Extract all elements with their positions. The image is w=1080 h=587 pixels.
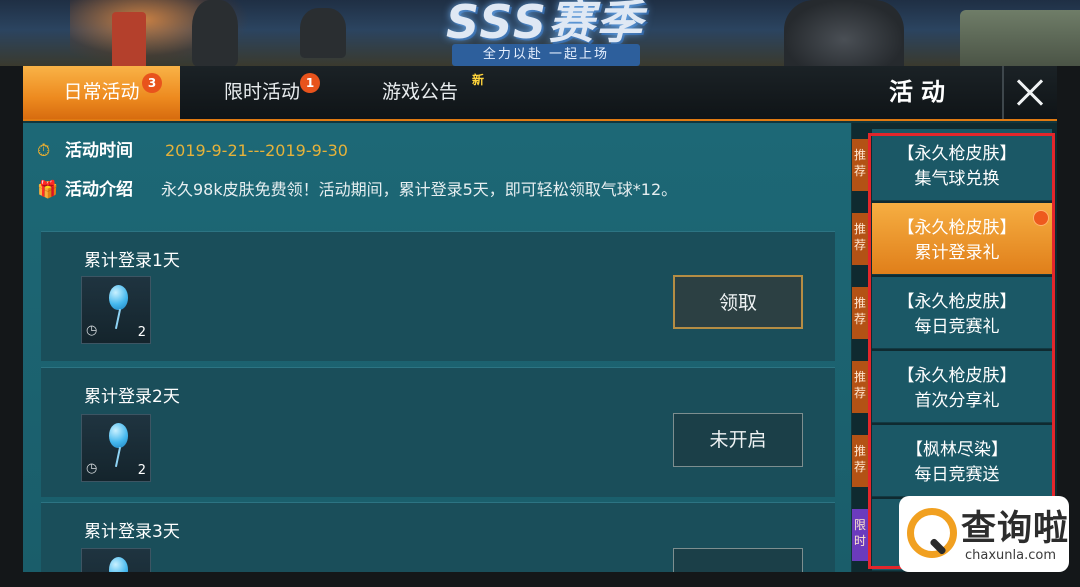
recommend-tag: 推荐 bbox=[852, 361, 868, 413]
sidebar-item-text: 【枫林尽染】 每日竞赛送 bbox=[872, 425, 1052, 497]
balloon-icon[interactable]: ◷ 2 bbox=[81, 414, 151, 482]
sidebar-item-title: 【永久枪皮肤】 bbox=[897, 218, 1017, 238]
sidebar-item-balloon-exchange[interactable]: 推荐 【永久枪皮肤】 集气球兑换 bbox=[852, 129, 1057, 201]
reward-title: 累计登录1天 bbox=[84, 251, 180, 271]
armored-soldier-image bbox=[784, 0, 904, 66]
item-count: 2 bbox=[137, 325, 146, 340]
sidebar-item-title: 【枫林尽染】 bbox=[906, 440, 1008, 460]
tab-label: 日常活动 bbox=[63, 81, 140, 103]
activity-time-label: 活动时间 bbox=[65, 141, 133, 161]
explosive-barrel-image bbox=[112, 12, 146, 66]
reward-card: 累计登录3天 bbox=[41, 502, 835, 572]
tab-game-announcements[interactable]: 游戏公告 新 bbox=[366, 66, 484, 119]
sidebar-item-text: 【永久枪皮肤】 集气球兑换 bbox=[872, 129, 1052, 201]
recommend-tag: 推荐 bbox=[852, 287, 868, 339]
activity-panel: 日常活动 3 限时活动 1 游戏公告 新 活动 ⏱ 活动时间 2019-9-21… bbox=[23, 66, 1057, 572]
unread-dot bbox=[1033, 210, 1049, 226]
clock-icon: ◷ bbox=[86, 323, 98, 338]
sidebar-item-title: 【永久枪皮肤】 bbox=[897, 292, 1017, 312]
activity-time-row: ⏱ 活动时间 2019-9-21---2019-9-30 bbox=[37, 139, 457, 163]
tab-bar: 日常活动 3 限时活动 1 游戏公告 新 活动 bbox=[23, 66, 1057, 121]
balloon-shape bbox=[109, 557, 128, 572]
season-title: SSS赛季 bbox=[445, 0, 645, 49]
recommend-tag: 推荐 bbox=[852, 435, 868, 487]
watermark-name: 查询啦 bbox=[961, 509, 1070, 549]
reward-card: 累计登录1天 ◷ 2 领取 bbox=[41, 231, 835, 361]
activity-intro-label: 活动介绍 bbox=[65, 180, 133, 200]
header-divider bbox=[1002, 66, 1004, 119]
activity-intro-row: 🎁 活动介绍 永久98k皮肤免费领！活动期间，累计登录5天，即可轻松领取气球*1… bbox=[37, 178, 837, 202]
notification-badge: 3 bbox=[142, 73, 162, 93]
activity-time-value: 2019-9-21---2019-9-30 bbox=[165, 141, 348, 160]
tab-label: 限时活动 bbox=[223, 81, 300, 103]
tab-label: 游戏公告 bbox=[381, 81, 458, 103]
watermark-logo: 查询啦 chaxunla.com bbox=[899, 496, 1069, 572]
close-icon[interactable] bbox=[1005, 66, 1057, 119]
balloon-shape bbox=[109, 423, 128, 448]
sidebar-item-subtitle: 集气球兑换 bbox=[914, 169, 1000, 189]
limited-tag: 限时 bbox=[852, 509, 868, 561]
top-banner: SSS赛季 全力以赴 一起上场 bbox=[0, 0, 1080, 66]
reward-title: 累计登录2天 bbox=[84, 387, 180, 407]
reward-card: 累计登录2天 ◷ 2 未开启 bbox=[41, 367, 835, 497]
panel-title: 活动 bbox=[889, 78, 953, 106]
claim-button[interactable]: 领取 bbox=[673, 275, 803, 329]
tab-daily-activities[interactable]: 日常活动 3 bbox=[23, 66, 180, 119]
balloon-icon[interactable]: ◷ 2 bbox=[81, 276, 151, 344]
sidebar-item-text: 【永久枪皮肤】 首次分享礼 bbox=[872, 351, 1052, 423]
sidebar-item-title: 【永久枪皮肤】 bbox=[897, 144, 1017, 164]
sidebar-item-text: 【永久枪皮肤】 每日竞赛礼 bbox=[872, 277, 1052, 349]
sidebar-item-subtitle: 每日竞赛送 bbox=[914, 465, 1000, 485]
stopwatch-icon: ⏱ bbox=[37, 141, 51, 161]
sidebar-item-title: 【永久枪皮肤】 bbox=[897, 366, 1017, 386]
soldier-figure-image bbox=[192, 0, 238, 66]
sidebar-item-daily-match[interactable]: 推荐 【永久枪皮肤】 每日竞赛礼 bbox=[852, 277, 1057, 349]
reward-button[interactable] bbox=[673, 548, 803, 572]
recommend-tag: 推荐 bbox=[852, 139, 868, 191]
tab-limited-activities[interactable]: 限时活动 1 bbox=[207, 66, 320, 119]
sidebar-item-first-share[interactable]: 推荐 【永久枪皮肤】 首次分享礼 bbox=[852, 351, 1057, 423]
new-tag: 新 bbox=[472, 73, 485, 87]
soldier-figure-image bbox=[300, 8, 346, 58]
item-count: 2 bbox=[137, 463, 146, 478]
recommend-tag: 推荐 bbox=[852, 213, 868, 265]
sidebar-item-subtitle: 首次分享礼 bbox=[914, 391, 1000, 411]
reward-title: 累计登录3天 bbox=[84, 522, 180, 542]
sidebar-item-subtitle: 每日竞赛礼 bbox=[914, 317, 1000, 337]
gift-icon: 🎁 bbox=[37, 180, 59, 200]
sidebar-item-subtitle: 累计登录礼 bbox=[914, 243, 1000, 263]
magnifier-logo-icon bbox=[907, 508, 957, 558]
sidebar-item-login-reward[interactable]: 推荐 【永久枪皮肤】 累计登录礼 bbox=[852, 203, 1057, 275]
notification-badge: 1 bbox=[300, 73, 320, 93]
sidebar-item-maple-daily[interactable]: 推荐 【枫林尽染】 每日竞赛送 bbox=[852, 425, 1057, 497]
activity-content: ⏱ 活动时间 2019-9-21---2019-9-30 🎁 活动介绍 永久98… bbox=[23, 123, 851, 572]
activity-intro-value: 永久98k皮肤免费领！活动期间，累计登录5天，即可轻松领取气球*12。 bbox=[161, 180, 678, 199]
watermark-domain: chaxunla.com bbox=[965, 548, 1056, 563]
balloon-string bbox=[114, 309, 122, 329]
vehicle-image bbox=[960, 10, 1080, 66]
balloon-string bbox=[114, 447, 122, 467]
not-started-button[interactable]: 未开启 bbox=[673, 413, 803, 467]
sidebar-item-text: 【永久枪皮肤】 累计登录礼 bbox=[872, 203, 1052, 275]
clock-icon: ◷ bbox=[86, 461, 98, 476]
balloon-shape bbox=[109, 285, 128, 310]
balloon-icon[interactable] bbox=[81, 548, 151, 572]
